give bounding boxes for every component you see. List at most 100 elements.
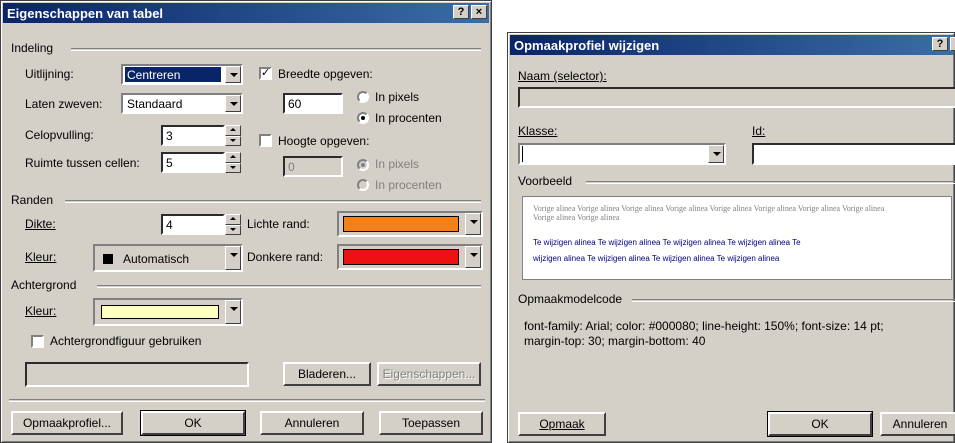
donkere-rand-swatch	[343, 249, 459, 265]
preview-styled-paragraph: Te wijzigen alinea Te wijzigen alinea Te…	[533, 235, 943, 267]
style-code-text: font-family: Arial; color: #000080; line…	[524, 319, 954, 349]
achtergrond-group-label: Achtergrond	[11, 278, 81, 292]
help-button[interactable]: ?	[932, 37, 948, 51]
breedte-input[interactable]: 60	[283, 93, 343, 114]
code-group-label: Opmaakmodelcode	[518, 292, 627, 306]
lichte-rand-dropdown[interactable]	[337, 211, 483, 237]
randen-group-line	[65, 200, 481, 203]
breedte-pixels-radio[interactable]	[357, 91, 369, 103]
voorbeeld-preview: Vorige alinea Vorige alinea Vorige aline…	[522, 196, 952, 280]
uitlijning-value: Centreren	[125, 67, 221, 82]
voorbeeld-group-label: Voorbeeld	[518, 174, 577, 188]
hoogte-pixels-radio[interactable]	[357, 159, 369, 171]
separator-line	[9, 399, 485, 402]
ruimte-tussen-cellen-label: Ruimte tussen cellen:	[25, 156, 140, 170]
klasse-value	[522, 146, 704, 162]
achtergrondfiguur-checkbox[interactable]	[31, 335, 44, 348]
close-button[interactable]: ×	[950, 37, 955, 51]
naam-input[interactable]	[518, 87, 955, 108]
indeling-group-line	[71, 48, 481, 51]
chevron-down-icon[interactable]	[225, 66, 241, 83]
achtergrondfiguur-label: Achtergrondfiguur gebruiken	[50, 334, 202, 348]
voorbeeld-group-line	[586, 181, 955, 184]
klasse-label: Klasse:	[518, 124, 558, 138]
uitlijning-dropdown[interactable]: Centreren	[121, 64, 243, 85]
naam-label: Naam (selector):	[518, 69, 607, 83]
table-properties-dialog: Eigenschappen van tabel ? × Indeling Uit…	[0, 0, 492, 443]
klasse-dropdown[interactable]	[518, 143, 726, 165]
randen-group-label: Randen	[11, 193, 58, 207]
dialog-title: Opmaakprofiel wijzigen	[514, 38, 660, 53]
annuleren-button[interactable]: Annuleren	[880, 412, 955, 436]
kleur-label: Kleur:	[25, 250, 57, 264]
toepassen-button[interactable]: Toepassen	[379, 411, 483, 435]
spin-up-icon[interactable]	[225, 125, 241, 136]
chevron-down-icon[interactable]	[465, 246, 481, 268]
spin-up-icon[interactable]	[225, 152, 241, 163]
achtergrond-group-line	[97, 285, 481, 288]
help-button[interactable]: ?	[453, 5, 469, 19]
celopvulling-input[interactable]: 3	[161, 125, 225, 146]
title-bar[interactable]: Opmaakprofiel wijzigen ? ×	[510, 35, 955, 55]
donkere-rand-label: Donkere rand:	[247, 250, 324, 264]
ok-button[interactable]: OK	[767, 411, 873, 437]
hoogte-label: Hoogte opgeven:	[278, 134, 370, 148]
lichte-rand-label: Lichte rand:	[247, 217, 310, 231]
opmaakprofiel-button[interactable]: Opmaakprofiel...	[11, 411, 123, 435]
hoogte-procenten-radio[interactable]	[357, 179, 369, 191]
hoogte-checkbox[interactable]	[259, 134, 272, 147]
spin-down-icon[interactable]	[225, 135, 241, 146]
breedte-procenten-label: In procenten	[375, 111, 442, 125]
uitlijning-label: Uitlijning:	[25, 67, 74, 81]
kleur-value: Automatisch	[123, 252, 190, 266]
dikte-spinner[interactable]	[225, 214, 241, 235]
chevron-down-icon[interactable]	[225, 300, 241, 324]
lichte-rand-swatch	[343, 216, 459, 232]
title-bar[interactable]: Eigenschappen van tabel ? ×	[3, 3, 489, 23]
achtergrondfiguur-path-input[interactable]	[25, 362, 249, 387]
bladeren-button[interactable]: Bladeren...	[283, 362, 371, 386]
breedte-pixels-label: In pixels	[375, 90, 420, 104]
preview-line: Te wijzigen alinea Te wijzigen alinea Te…	[533, 238, 801, 247]
achtergrond-kleur-swatch	[101, 305, 219, 319]
modify-style-dialog: Opmaakprofiel wijzigen ? × Naam (selecto…	[507, 32, 955, 443]
chevron-down-icon[interactable]	[225, 95, 241, 112]
dikte-label: Dikte:	[25, 217, 56, 231]
hoogte-input[interactable]: 0	[283, 156, 343, 177]
chevron-down-icon[interactable]	[708, 145, 724, 163]
opmaak-button[interactable]: Opmaak	[518, 412, 606, 436]
ruimte-spinner[interactable]	[225, 152, 241, 173]
annuleren-button[interactable]: Annuleren	[260, 411, 364, 435]
id-label: Id:	[752, 124, 766, 138]
spin-up-icon[interactable]	[225, 214, 241, 225]
code-line: margin-top: 30; margin-bottom: 40	[524, 334, 706, 348]
opmaak-label: Opmaak	[539, 417, 585, 431]
ruimte-input[interactable]: 5	[161, 152, 225, 173]
celopvulling-spinner[interactable]	[225, 125, 241, 146]
donkere-rand-dropdown[interactable]	[337, 244, 483, 270]
celopvulling-label: Celopvulling:	[25, 128, 94, 142]
breedte-checkbox[interactable]: ✓	[259, 67, 272, 80]
ok-button[interactable]: OK	[140, 410, 246, 436]
achtergrond-kleur-label: Kleur:	[25, 304, 57, 318]
laten-zweven-dropdown[interactable]: Standaard	[121, 93, 243, 114]
preview-line: wijzigen alinea Te wijzigen alinea Te wi…	[533, 254, 780, 263]
chevron-down-icon[interactable]	[225, 246, 241, 270]
hoogte-procenten-label: In procenten	[375, 178, 442, 192]
eigenschappen-button[interactable]: Eigenschappen...	[377, 362, 481, 386]
kleur-dropdown[interactable]: Automatisch	[93, 244, 243, 272]
spin-down-icon[interactable]	[225, 162, 241, 173]
dialog-title: Eigenschappen van tabel	[7, 6, 164, 21]
preview-previous-paragraph: Vorige alinea Vorige alinea Vorige aline…	[533, 204, 943, 222]
preview-line: Vorige alinea Vorige alinea	[533, 213, 620, 222]
dikte-input[interactable]: 4	[161, 214, 225, 235]
id-input[interactable]	[752, 143, 955, 165]
spin-down-icon[interactable]	[225, 224, 241, 235]
chevron-down-icon[interactable]	[465, 213, 481, 235]
achtergrond-kleur-dropdown[interactable]	[93, 298, 243, 326]
indeling-group-label: Indeling	[11, 41, 58, 55]
hoogte-pixels-label: In pixels	[375, 157, 420, 171]
close-button[interactable]: ×	[471, 5, 487, 19]
kleur-swatch	[103, 254, 113, 264]
breedte-procenten-radio[interactable]	[357, 112, 369, 124]
